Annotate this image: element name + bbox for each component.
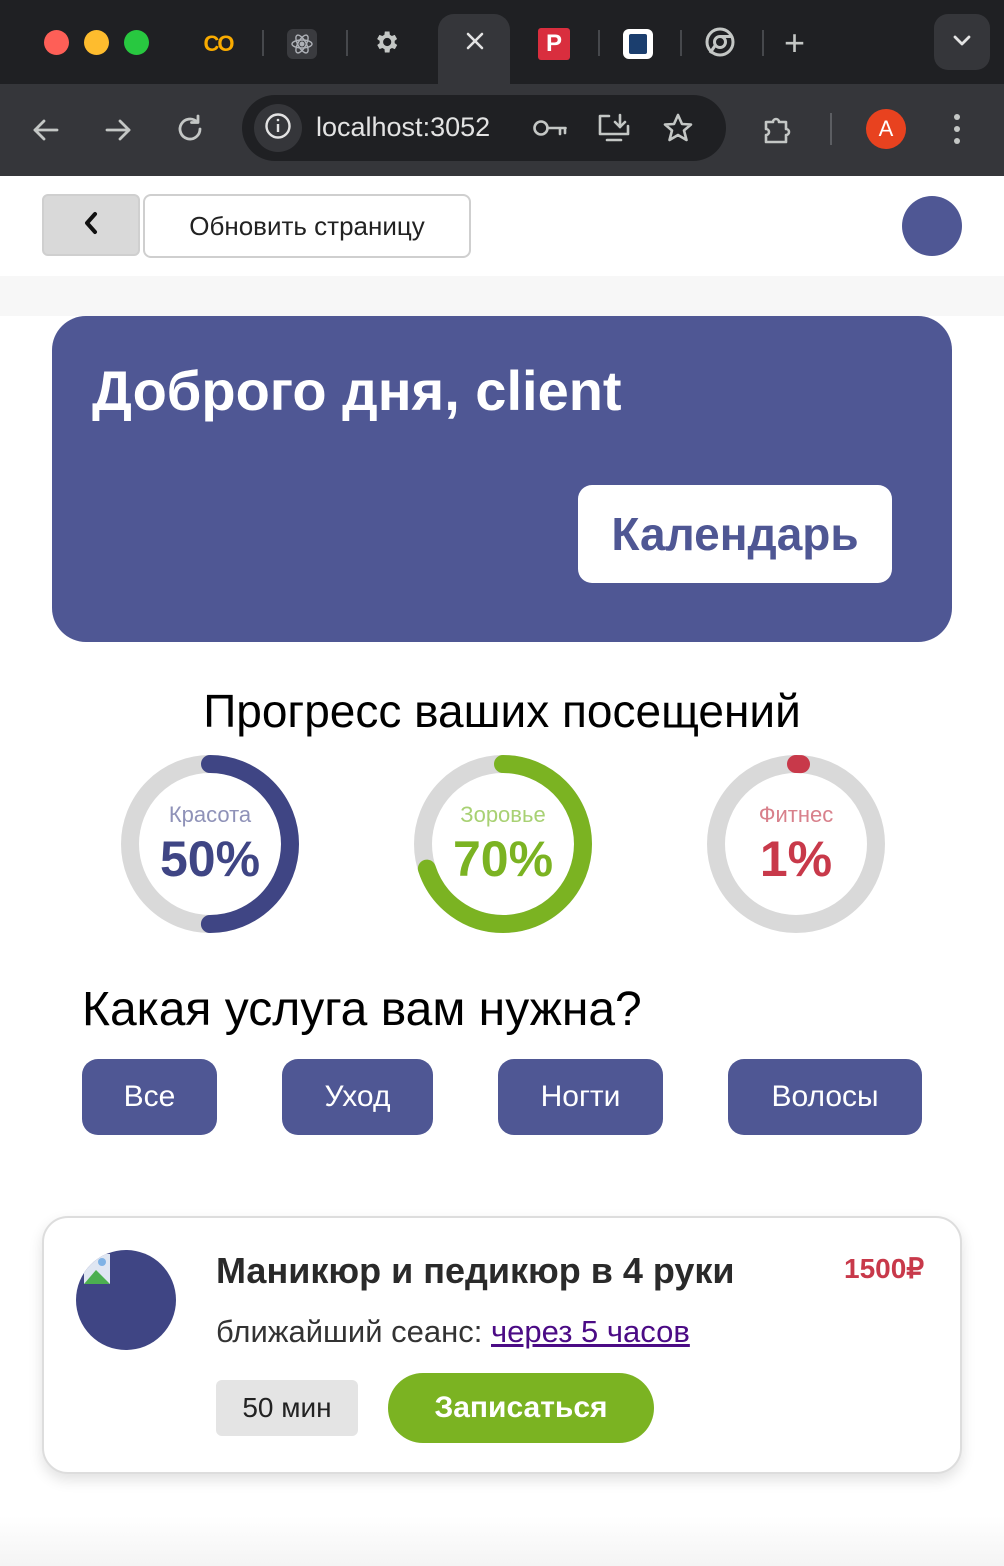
- tab-book[interactable]: [622, 28, 654, 60]
- extensions-icon[interactable]: [762, 112, 796, 151]
- install-app-icon[interactable]: [596, 113, 632, 148]
- page-header: Обновить страницу: [0, 176, 1004, 276]
- address-bar[interactable]: localhost:3052: [242, 95, 726, 161]
- progress-ring-label: Зоровье: [460, 802, 546, 827]
- filter-hair-button[interactable]: Волосы: [728, 1059, 922, 1135]
- progress-title: Прогресс ваших посещений: [203, 685, 801, 737]
- back-arrow-icon[interactable]: [30, 114, 62, 151]
- maximize-window-button[interactable]: [124, 30, 149, 55]
- greeting-title: Доброго дня, client: [92, 359, 622, 422]
- next-session-link[interactable]: через 5 часов: [491, 1314, 690, 1349]
- chevron-down-icon: [952, 33, 972, 52]
- close-icon[interactable]: [464, 30, 486, 57]
- chevron-left-icon: [82, 211, 100, 240]
- user-avatar[interactable]: [902, 196, 962, 256]
- progress-ring-value: 1%: [759, 831, 833, 887]
- progress-ring: Зоровье 70%: [411, 752, 595, 936]
- refresh-page-button[interactable]: Обновить страницу: [143, 194, 471, 258]
- back-button[interactable]: [42, 194, 140, 256]
- tab-separator: [598, 30, 600, 56]
- page-viewport: Обновить страницу Доброго дня, client Ка…: [0, 176, 1004, 1566]
- reload-icon[interactable]: [174, 113, 206, 150]
- calendar-button[interactable]: Календарь: [578, 485, 892, 583]
- duration-badge: 50 мин: [216, 1380, 358, 1436]
- tab-active[interactable]: [438, 14, 510, 84]
- service-image: [76, 1250, 176, 1350]
- progress-ring: Фитнес 1%: [704, 752, 888, 936]
- progress-ring-label: Красота: [168, 802, 252, 827]
- filter-all-button[interactable]: Все: [82, 1059, 217, 1135]
- tab-app-red[interactable]: P: [538, 28, 570, 60]
- service-card[interactable]: Маникюр и педикюр в 4 руки 1500₽ ближайш…: [42, 1216, 962, 1474]
- toolbar-separator: [830, 113, 832, 145]
- react-icon: [287, 29, 317, 59]
- progress-ring-value: 70%: [452, 831, 554, 887]
- close-window-button[interactable]: [44, 30, 69, 55]
- services-title: Какая услуга вам нужна?: [82, 983, 642, 1036]
- tab-separator: [762, 30, 764, 56]
- url-text[interactable]: localhost:3052: [316, 112, 490, 143]
- progress-ring: Красота 50%: [118, 752, 302, 936]
- book-button[interactable]: Записаться: [388, 1373, 654, 1443]
- info-icon: [264, 112, 292, 145]
- colab-icon: CO: [203, 31, 235, 56]
- forward-arrow-icon[interactable]: [102, 114, 134, 151]
- next-session: ближайший сеанс: через 5 часов: [216, 1314, 690, 1350]
- filter-care-button[interactable]: Уход: [282, 1059, 433, 1135]
- progress-ring-label: Фитнес: [758, 802, 834, 827]
- page-bottom: [0, 1516, 1004, 1566]
- tab-chrome[interactable]: [704, 27, 736, 62]
- filter-nails-button[interactable]: Ногти: [498, 1059, 663, 1135]
- tab-settings[interactable]: [370, 28, 402, 60]
- new-tab-button[interactable]: +: [784, 22, 805, 64]
- bookmark-star-icon[interactable]: [662, 112, 694, 149]
- tab-separator: [346, 30, 348, 56]
- service-price: 1500₽: [844, 1253, 925, 1284]
- tab-colab[interactable]: CO: [202, 28, 235, 60]
- service-title: Маникюр и педикюр в 4 руки: [216, 1250, 735, 1291]
- progress-ring-value: 50%: [159, 831, 261, 887]
- tab-separator: [680, 30, 682, 56]
- next-session-label: ближайший сеанс:: [216, 1314, 492, 1349]
- site-info-button[interactable]: [254, 104, 302, 152]
- tab-search-button[interactable]: [934, 14, 990, 70]
- tab-react[interactable]: [286, 28, 318, 60]
- browser-tab-bar: CO P +: [0, 0, 1004, 84]
- settings-icon: [372, 28, 400, 61]
- minimize-window-button[interactable]: [84, 30, 109, 55]
- key-icon[interactable]: [532, 115, 568, 146]
- tab-separator: [262, 30, 264, 56]
- book-icon: [623, 29, 653, 59]
- kebab-menu-icon[interactable]: [950, 112, 964, 151]
- profile-avatar[interactable]: A: [866, 109, 906, 149]
- header-divider: [0, 276, 1004, 316]
- chrome-icon: [705, 27, 735, 62]
- greeting-banner: Доброго дня, client Календарь: [52, 316, 952, 642]
- app-red-icon: P: [538, 28, 570, 60]
